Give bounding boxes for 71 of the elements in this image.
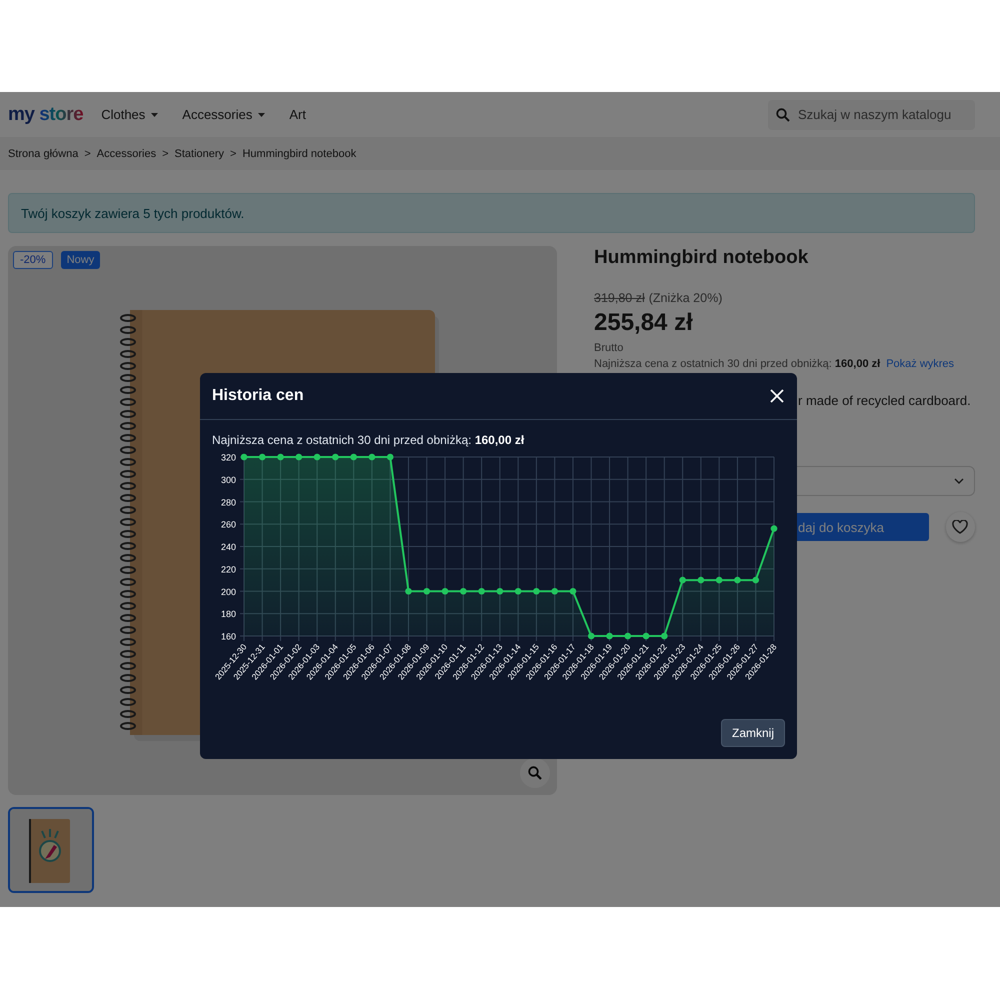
data-point [661,632,668,640]
nav-link[interactable]: Accessories [182,107,266,122]
axis-tick-label: 300 [220,474,236,485]
search-field[interactable]: Szukaj w naszym katalogu [768,100,975,130]
wishlist-button[interactable] [946,512,975,542]
data-point [332,454,339,460]
data-point [240,454,248,460]
data-point [679,576,686,584]
breadcrumb-link[interactable]: Strona główna [8,148,78,160]
data-point [442,588,448,595]
axis-tick-label: 160 [220,632,236,642]
data-point [514,588,522,595]
discount-badge: -20% [13,251,53,269]
chevron-down-icon [954,478,964,484]
data-point [734,576,741,584]
product-price: 255,84 zł [594,309,694,337]
data-point [296,454,302,460]
heart-icon [952,520,968,534]
nav-link[interactable]: Art [289,107,306,122]
data-point [716,576,722,584]
breadcrumb-link[interactable]: Accessories [96,148,156,160]
data-point [551,588,558,595]
axis-tick-label: 260 [220,520,236,530]
data-point [624,632,632,640]
data-point [496,588,504,595]
data-point [258,454,266,460]
new-badge: Nowy [60,251,100,269]
axis-tick-label: 280 [220,497,236,508]
data-point [606,632,613,640]
breadcrumb-link[interactable]: Stationery [174,148,224,160]
data-point [386,454,394,460]
data-point [642,632,650,640]
close-icon [769,388,785,404]
axis-tick-label: 320 [220,452,236,462]
data-point [533,588,540,595]
data-point [698,576,704,584]
data-point [570,588,576,595]
data-point [314,454,320,460]
data-point [752,576,760,584]
data-point [478,588,485,595]
data-point [770,525,778,532]
data-point [405,588,412,595]
modal-title: Historia cen [212,387,304,405]
close-button[interactable]: Zamknij [720,719,785,747]
nav-link[interactable]: Clothes [101,107,158,122]
product-title: Hummingbird notebook [594,246,810,270]
tax-label: Brutto [594,341,624,355]
data-point [368,454,376,460]
product-description: r made of recycled cardboard. [798,393,971,408]
data-point [350,454,357,460]
data-point [423,588,430,595]
discount-label: (Zniżka 20%) [648,290,722,306]
data-point [277,454,284,460]
data-point [460,588,467,595]
show-chart-link[interactable]: Pokaż wykres [886,357,954,371]
breadcrumb-separator: > [162,148,168,160]
old-price: 319,80 zł [594,290,645,306]
data-point [588,632,595,640]
close-button[interactable] [769,388,785,404]
search-icon [528,766,542,780]
alert-message: Twój koszyk zawiera 5 tych produktów. [21,206,244,220]
axis-tick-label: 220 [220,564,236,574]
axis-tick-label: 180 [220,609,236,620]
axis-tick-label: 240 [220,542,236,552]
breadcrumb-separator: > [230,148,236,160]
axis-tick-label: 200 [220,586,236,597]
breadcrumb-separator: > [84,148,91,160]
add-to-cart-button[interactable]: daj do koszyka [797,513,929,541]
lowest-price-note: Najniższa cena z ostatnich 30 dni przed obniżką: 160,00 zł [212,433,526,447]
breadcrumb-link[interactable]: Hummingbird notebook [242,148,356,160]
lowest-price-note: Najniższa cena z ostatnich 30 dni przed obniżką: 160,00 zł [594,357,880,371]
